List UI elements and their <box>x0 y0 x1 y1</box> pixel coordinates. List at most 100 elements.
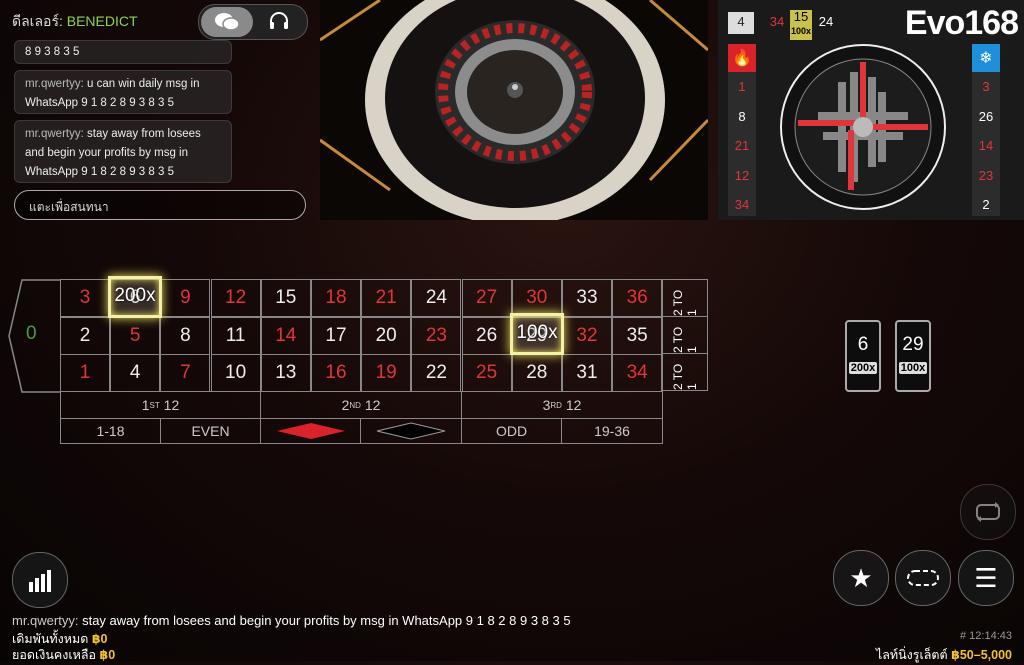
bar-chart-icon <box>29 570 51 592</box>
lightning-multiplier-highlight: 100x <box>510 313 564 355</box>
last-number: 4 <box>728 12 754 34</box>
number-cell[interactable]: 26 <box>461 316 512 355</box>
cold-number: 14 <box>978 138 994 153</box>
multiplier-value: 100x <box>899 362 927 374</box>
number-cell[interactable]: 2 <box>60 316 110 355</box>
hot-number: 1 <box>738 79 746 94</box>
number-cell[interactable]: 28 <box>511 354 562 392</box>
even-bet[interactable]: EVEN <box>160 418 261 444</box>
repeat-bet-button[interactable] <box>960 484 1016 540</box>
number-cell[interactable]: 4 <box>110 354 161 392</box>
last-number-multiplier: 100x <box>790 26 812 36</box>
dozen-3-bet[interactable]: 3 RD 12 <box>461 391 663 419</box>
hot-number: 8 <box>738 108 746 124</box>
last-number-value: 24 <box>818 14 834 29</box>
red-diamond-icon <box>276 423 345 439</box>
hot-number: 21 <box>734 138 750 153</box>
red-bet[interactable] <box>260 418 361 444</box>
number-cell[interactable]: 5 <box>110 316 161 355</box>
number-cell[interactable]: 15 <box>260 279 311 317</box>
number-cell[interactable]: 36 <box>612 279 663 317</box>
chat-message-text: 8 9 3 8 3 5 <box>25 46 80 58</box>
support-button[interactable] <box>253 7 305 37</box>
chat-input[interactable]: แตะเพื่อสนทนา <box>14 190 306 220</box>
number-cell[interactable]: 32 <box>562 316 612 355</box>
cold-numbers-column: ❄ 3 26 14 23 2 <box>972 44 1000 216</box>
menu-button[interactable]: ☰ <box>958 550 1014 606</box>
multiplier-number: 29 <box>902 334 924 355</box>
chat-button[interactable] <box>201 7 253 37</box>
number-cell[interactable]: 9 <box>160 279 211 317</box>
black-diamond-icon <box>376 422 446 440</box>
hot-numbers-column: 🔥 1 8 21 12 34 <box>728 44 756 216</box>
repeat-icon <box>976 502 1000 522</box>
number-cell[interactable]: 25 <box>461 354 512 392</box>
favourites-button[interactable]: ★ <box>833 550 889 606</box>
chat-message-partial: 8 9 3 8 3 5 <box>14 40 232 64</box>
number-cell[interactable]: 19 <box>361 354 412 392</box>
number-cell[interactable]: 22 <box>411 354 462 392</box>
chat-username: mr.qwertyy: <box>25 78 84 90</box>
multiplier-value: 200x <box>849 362 877 374</box>
cold-number: 26 <box>978 108 994 124</box>
number-cell[interactable]: 16 <box>311 354 361 392</box>
number-cell[interactable]: 11 <box>210 316 261 355</box>
number-cell[interactable]: 24 <box>411 279 462 317</box>
chat-username: mr.qwertyy: <box>25 128 84 140</box>
multiplier-number: 6 <box>857 334 869 355</box>
number-cell[interactable]: 18 <box>311 279 361 317</box>
lightning-multiplier-highlight: 200x <box>108 276 162 318</box>
number-cell[interactable]: 27 <box>461 279 512 317</box>
number-cell[interactable]: 31 <box>562 354 612 392</box>
cold-number: 2 <box>982 197 990 212</box>
number-cell[interactable]: 1 <box>60 354 110 392</box>
number-cell[interactable]: 10 <box>210 354 261 392</box>
number-cell[interactable]: 34 <box>612 354 663 392</box>
number-cell[interactable]: 23 <box>411 316 462 355</box>
dozen-2-bet[interactable]: 2 ND 12 <box>260 391 462 419</box>
number-cell[interactable]: 21 <box>361 279 412 317</box>
column-bet-top[interactable]: 2 TO 1 <box>662 279 708 317</box>
fire-icon: 🔥 <box>728 44 756 72</box>
high-bet[interactable]: 19-36 <box>561 418 663 444</box>
roulette-wheel-image <box>320 0 708 220</box>
number-cell[interactable]: 13 <box>260 354 311 392</box>
number-cell[interactable]: 7 <box>160 354 211 392</box>
last-number-value: 34 <box>769 14 785 29</box>
chat-message: mr.qwertyy: stay away from losees and be… <box>14 120 232 183</box>
number-cell[interactable]: 17 <box>311 316 361 355</box>
black-bet[interactable] <box>360 418 462 444</box>
racetrack-button[interactable] <box>895 550 951 606</box>
column-bet-middle[interactable]: 2 TO 1 <box>662 316 708 354</box>
dealer-caption: ดีลเลอร์: <box>12 13 63 29</box>
multiplier-card: 29 100x <box>895 320 931 392</box>
evo168-logo: Evo168 <box>904 4 1019 42</box>
balance: ยอดเงินคงเหลือ ฿0 <box>12 648 116 662</box>
round-id: # 12:14:43 <box>960 630 1012 642</box>
last-number: 24 <box>814 12 838 32</box>
number-cell[interactable]: 12 <box>210 279 261 317</box>
cold-number: 3 <box>982 79 990 94</box>
odd-bet[interactable]: ODD <box>461 418 562 444</box>
statistics-button[interactable] <box>12 552 68 608</box>
chat-mode-toggle[interactable] <box>198 4 308 40</box>
number-cell[interactable]: 35 <box>612 316 663 355</box>
number-cell[interactable]: 33 <box>562 279 612 317</box>
dozen-1-bet[interactable]: 1 ST 12 <box>60 391 261 419</box>
number-cell[interactable]: 8 <box>160 316 211 355</box>
number-cell[interactable]: 20 <box>361 316 412 355</box>
last-number: 34 <box>766 12 788 32</box>
dealer-label: ดีลเลอร์: BENEDICT <box>12 11 138 33</box>
table-limits[interactable]: ไลท์นิ่งรูเล็ตต์ ฿50–5,000 <box>876 645 1012 665</box>
low-bet[interactable]: 1-18 <box>60 418 161 444</box>
number-cell[interactable]: 3 <box>60 279 110 317</box>
statistics-panel: 4 34 15 100x 24 Evo168 🔥 1 8 21 12 34 ❄ … <box>718 0 1024 220</box>
live-video-feed <box>320 0 708 220</box>
snowflake-icon: ❄ <box>972 44 1000 72</box>
column-bet-bottom[interactable]: 2 TO 1 <box>662 353 708 391</box>
dealer-name: BENEDICT <box>66 13 138 29</box>
number-cell[interactable]: 30 <box>511 279 562 317</box>
multiplier-card: 6 200x <box>845 320 881 392</box>
last-number-lightning: 15 100x <box>790 10 812 40</box>
number-cell[interactable]: 14 <box>260 316 311 355</box>
